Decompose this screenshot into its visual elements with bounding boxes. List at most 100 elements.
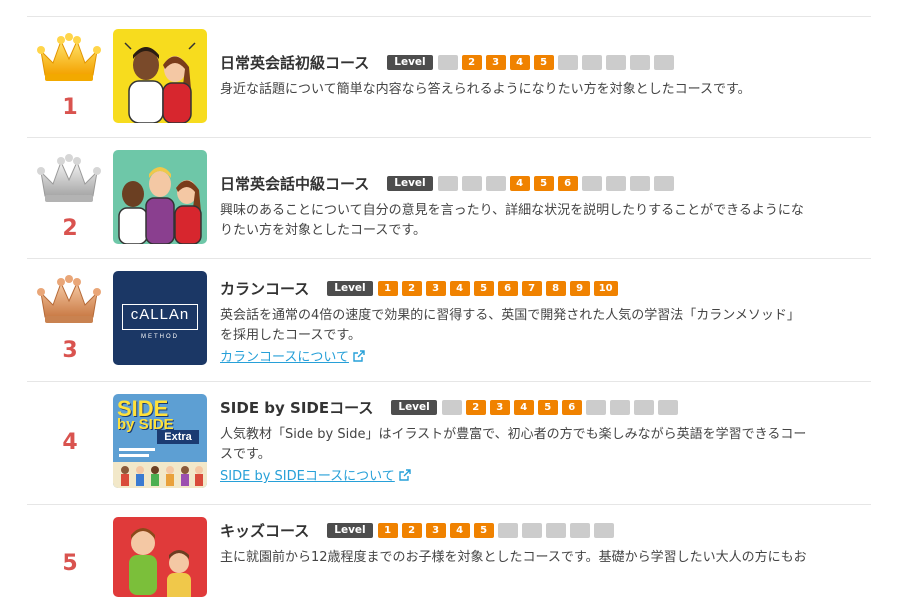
course-title[interactable]: SIDE by SIDEコース: [220, 397, 373, 418]
rank-column: 3: [27, 259, 113, 381]
course-thumbnail[interactable]: [113, 29, 207, 123]
beginner-course-image: [113, 29, 207, 123]
description-line: 興味のあることについて自分の意見を言ったり、詳細な状況を説明したりすることができ…: [220, 203, 804, 218]
course-title-line: カランコース Level 1 2 3 4 5 6 7 8 9 10: [220, 277, 861, 299]
level-box-1: [437, 175, 458, 191]
course-info: キッズコース Level 12345 主に就園前から12歳程度までのお子様を対象…: [220, 519, 861, 568]
level-box-8: [609, 399, 630, 415]
level-box-10: [593, 522, 614, 538]
level-box-8: [605, 54, 626, 70]
description-line: スです。: [220, 447, 271, 462]
course-title[interactable]: 日常英会話初級コース: [220, 52, 369, 73]
level-box-8: [605, 175, 626, 191]
level-box-7: 7: [521, 280, 542, 296]
course-info: 日常英会話初級コース Level 2345 身近な話題について簡単な内容なら答え…: [220, 51, 861, 100]
level-box-2: 2: [465, 399, 486, 415]
level-box-8: [545, 522, 566, 538]
course-description: 主に就園前から12歳程度までのお子様を対象としたコースです。基礎から学習したい大…: [220, 550, 807, 565]
level-box-10: [653, 175, 674, 191]
course-title[interactable]: カランコース: [220, 278, 309, 299]
rank-number: 5: [62, 551, 78, 576]
level-box-5: 5: [473, 280, 494, 296]
course-description: 興味のあることについて自分の意見を言ったり、詳細な状況を説明したりすることができ…: [220, 201, 861, 241]
course-info: SIDE by SIDEコース Level 23456 人気教材「Side by…: [220, 396, 861, 486]
rank-number: 2: [62, 216, 78, 241]
course-thumbnail[interactable]: cALLAn METHOD: [113, 271, 207, 365]
level-box-3: 3: [485, 54, 506, 70]
rank-number: 1: [62, 95, 78, 120]
level-box-9: [629, 54, 650, 70]
level-tag: Level: [327, 522, 373, 538]
level-box-4: 4: [513, 399, 534, 415]
level-box-2: 2: [461, 54, 482, 70]
course-description: 身近な話題について簡単な内容なら答えられるようになりたい方を対象としたコースです…: [220, 82, 751, 97]
description-line: を採用したコースです。: [220, 328, 362, 343]
level-box-7: [521, 522, 542, 538]
course-info: 日常英会話中級コース Level 456 興味のあることについて自分の意見を言っ…: [220, 172, 861, 241]
callan-logo-subtext: METHOD: [141, 334, 179, 340]
level-box-9: [629, 175, 650, 191]
gold-crown-icon: [37, 33, 101, 81]
rank-column: 5: [27, 505, 113, 585]
level-box-3: 3: [489, 399, 510, 415]
bronze-crown-icon: [37, 275, 101, 323]
link-label: SIDE by SIDEコースについて: [220, 469, 395, 484]
level-box-10: 10: [593, 280, 618, 296]
level-box-6: 6: [497, 280, 518, 296]
course-thumbnail[interactable]: [113, 517, 207, 597]
level-box-3: [485, 175, 506, 191]
level-box-1: 1: [377, 522, 398, 538]
book-cover-illustration: [113, 448, 207, 488]
course-ranking-list: 1 日常英会話初級コース Level 2345 身近な話題について簡単な内容なら…: [27, 16, 871, 597]
course-row[interactable]: 2 日常英会話中級コース Level 456 興味のあることについて自分の意見を…: [27, 138, 871, 259]
level-box-7: [581, 54, 602, 70]
level-box-5: 5: [473, 522, 494, 538]
course-row[interactable]: 1 日常英会話初級コース Level 2345 身近な話題について簡単な内容なら…: [27, 17, 871, 138]
description-line: 英会話を通常の4倍の速度で効果的に習得する、英国で開発された人気の学習法「カラン…: [220, 308, 800, 323]
level-indicator: 23456: [441, 399, 682, 415]
external-link-icon: [399, 469, 411, 481]
course-description: 人気教材「Side by Side」はイラストが豊富で、初心者の方でも楽しみなが…: [220, 425, 861, 465]
level-box-10: [657, 399, 678, 415]
course-details-link[interactable]: カランコースについて: [220, 349, 365, 367]
level-box-2: 2: [401, 522, 422, 538]
level-box-4: 4: [509, 54, 530, 70]
callan-logo-text: cALLAn: [130, 306, 190, 323]
level-box-5: 5: [533, 54, 554, 70]
level-box-4: 4: [449, 280, 470, 296]
level-indicator: 2345: [437, 54, 678, 70]
level-box-1: 1: [377, 280, 398, 296]
course-title[interactable]: キッズコース: [220, 520, 309, 541]
level-box-6: [497, 522, 518, 538]
level-box-6: [557, 54, 578, 70]
course-title-line: 日常英会話初級コース Level 2345: [220, 51, 861, 73]
level-box-10: [653, 54, 674, 70]
course-row[interactable]: 4 SIDE by SIDE Extra SIDE by SIDEコース Lev…: [27, 382, 871, 505]
level-indicator: 1 2 3 4 5 6 7 8 9 10: [377, 280, 622, 296]
level-box-1: [437, 54, 458, 70]
external-link-icon: [353, 350, 365, 362]
course-title-line: 日常英会話中級コース Level 456: [220, 172, 861, 194]
level-box-7: [581, 175, 602, 191]
rank-number: 4: [62, 430, 78, 455]
level-tag: Level: [327, 280, 373, 296]
level-box-7: [585, 399, 606, 415]
course-details-link[interactable]: SIDE by SIDEコースについて: [220, 468, 411, 486]
course-thumbnail[interactable]: [113, 150, 207, 244]
course-row[interactable]: 3 cALLAn METHOD カランコース Level 1 2 3 4 5 6 7 8 9 10…: [27, 259, 871, 382]
intermediate-course-image: [113, 150, 207, 244]
rank-column: 2: [27, 138, 113, 258]
course-title[interactable]: 日常英会話中級コース: [220, 173, 369, 194]
description-line: 人気教材「Side by Side」はイラストが豊富で、初心者の方でも楽しみなが…: [220, 427, 807, 442]
course-row[interactable]: 5 キッズコース Level 12345 主に就園前から12歳程度までのお子様を…: [27, 505, 871, 597]
level-indicator: 12345: [377, 522, 618, 538]
level-box-9: [633, 399, 654, 415]
level-box-3: 3: [425, 522, 446, 538]
level-box-9: 9: [569, 280, 590, 296]
course-thumbnail[interactable]: SIDE by SIDE Extra: [113, 394, 207, 488]
level-tag: Level: [391, 399, 437, 415]
level-box-4: 4: [509, 175, 530, 191]
level-box-6: 6: [561, 399, 582, 415]
description-line: りたい方を対象としたコースです。: [220, 223, 427, 238]
rank-number: 3: [62, 338, 78, 363]
